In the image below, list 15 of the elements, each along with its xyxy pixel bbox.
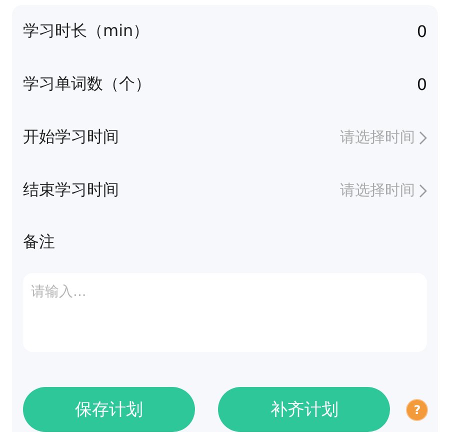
save-plan-button[interactable]: 保存计划 bbox=[23, 387, 196, 432]
fill-plan-button[interactable]: 补齐计划 bbox=[218, 387, 390, 432]
chevron-right-icon bbox=[419, 130, 427, 144]
field-label: 学习单词数（个） bbox=[23, 74, 151, 95]
field-value: 0 bbox=[416, 22, 427, 41]
field-label: 学习时长（min） bbox=[23, 21, 150, 42]
time-picker[interactable]: 请选择时间 bbox=[340, 181, 427, 200]
note-field[interactable]: 请输入... bbox=[23, 273, 427, 352]
field-label: 开始学习时间 bbox=[23, 127, 119, 148]
chevron-right-icon bbox=[419, 184, 427, 198]
time-picker[interactable]: 请选择时间 bbox=[340, 128, 427, 147]
field-value: 0 bbox=[416, 75, 427, 94]
help-icon[interactable]: ? bbox=[407, 400, 428, 420]
field-label: 结束学习时间 bbox=[23, 180, 119, 201]
note-label: 备注 bbox=[23, 230, 56, 252]
